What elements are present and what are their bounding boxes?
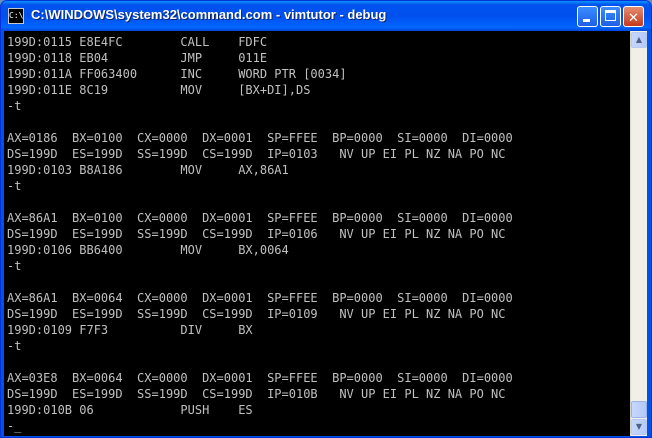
console-icon[interactable]: C:\ bbox=[8, 8, 24, 24]
console-line: -t bbox=[7, 179, 22, 193]
close-button[interactable]: ✕ bbox=[623, 6, 644, 27]
maximize-button[interactable] bbox=[600, 6, 621, 27]
console-line: AX=86A1 BX=0100 CX=0000 DX=0001 SP=FFEE … bbox=[7, 211, 513, 225]
vertical-scrollbar[interactable]: ▲ ▼ bbox=[630, 31, 647, 436]
scroll-thumb[interactable] bbox=[631, 401, 647, 418]
console-line: 199D:0118 EB04 JMP 011E bbox=[7, 51, 268, 65]
up-arrow-icon: ▲ bbox=[635, 35, 643, 44]
maximize-icon bbox=[605, 10, 616, 21]
console-line: DS=199D ES=199D SS=199D CS=199D IP=0106 … bbox=[7, 227, 506, 241]
console-line: -t bbox=[7, 99, 22, 113]
console-line: 199D:0109 F7F3 DIV BX bbox=[7, 323, 253, 337]
console-line: 199D:0103 B8A186 MOV AX,86A1 bbox=[7, 163, 289, 177]
console-line: -_ bbox=[7, 419, 22, 433]
window-title: C:\WINDOWS\system32\command.com - vimtut… bbox=[31, 7, 387, 22]
console-line: 199D:010B 06 PUSH ES bbox=[7, 403, 253, 417]
console-line: AX=0186 BX=0100 CX=0000 DX=0001 SP=FFEE … bbox=[7, 131, 513, 145]
console-line: 199D:011A FF063400 INC WORD PTR [0034] bbox=[7, 67, 347, 81]
console-output-area[interactable]: 199D:0115 E8E4FC CALL FDFC 199D:0118 EB04… bbox=[4, 31, 630, 436]
minimize-button[interactable] bbox=[577, 6, 598, 27]
console-line: -t bbox=[7, 339, 22, 353]
down-arrow-icon: ▼ bbox=[635, 422, 643, 431]
console-text: 199D:0115 E8E4FC CALL FDFC 199D:0118 EB04… bbox=[7, 34, 513, 434]
title-bar[interactable]: C:\ C:\WINDOWS\system32\command.com - vi… bbox=[1, 1, 651, 31]
close-icon: ✕ bbox=[628, 11, 639, 26]
console-window: C:\ C:\WINDOWS\system32\command.com - vi… bbox=[0, 0, 652, 438]
console-line: DS=199D ES=199D SS=199D CS=199D IP=010B … bbox=[7, 387, 506, 401]
console-line: AX=03E8 BX=0064 CX=0000 DX=0001 SP=FFEE … bbox=[7, 371, 513, 385]
minimize-icon bbox=[583, 19, 590, 22]
console-line: 199D:0115 E8E4FC CALL FDFC bbox=[7, 35, 268, 49]
console-line: DS=199D ES=199D SS=199D CS=199D IP=0103 … bbox=[7, 147, 506, 161]
scroll-up-button[interactable]: ▲ bbox=[631, 32, 647, 48]
console-line: 199D:0106 BB6400 MOV BX,0064 bbox=[7, 243, 289, 257]
scroll-down-button[interactable]: ▼ bbox=[631, 419, 647, 435]
console-line: -t bbox=[7, 259, 22, 273]
console-line: 199D:011E 8C19 MOV [BX+DI],DS bbox=[7, 83, 311, 97]
console-line: DS=199D ES=199D SS=199D CS=199D IP=0109 … bbox=[7, 307, 506, 321]
console-line: AX=86A1 BX=0064 CX=0000 DX=0001 SP=FFEE … bbox=[7, 291, 513, 305]
